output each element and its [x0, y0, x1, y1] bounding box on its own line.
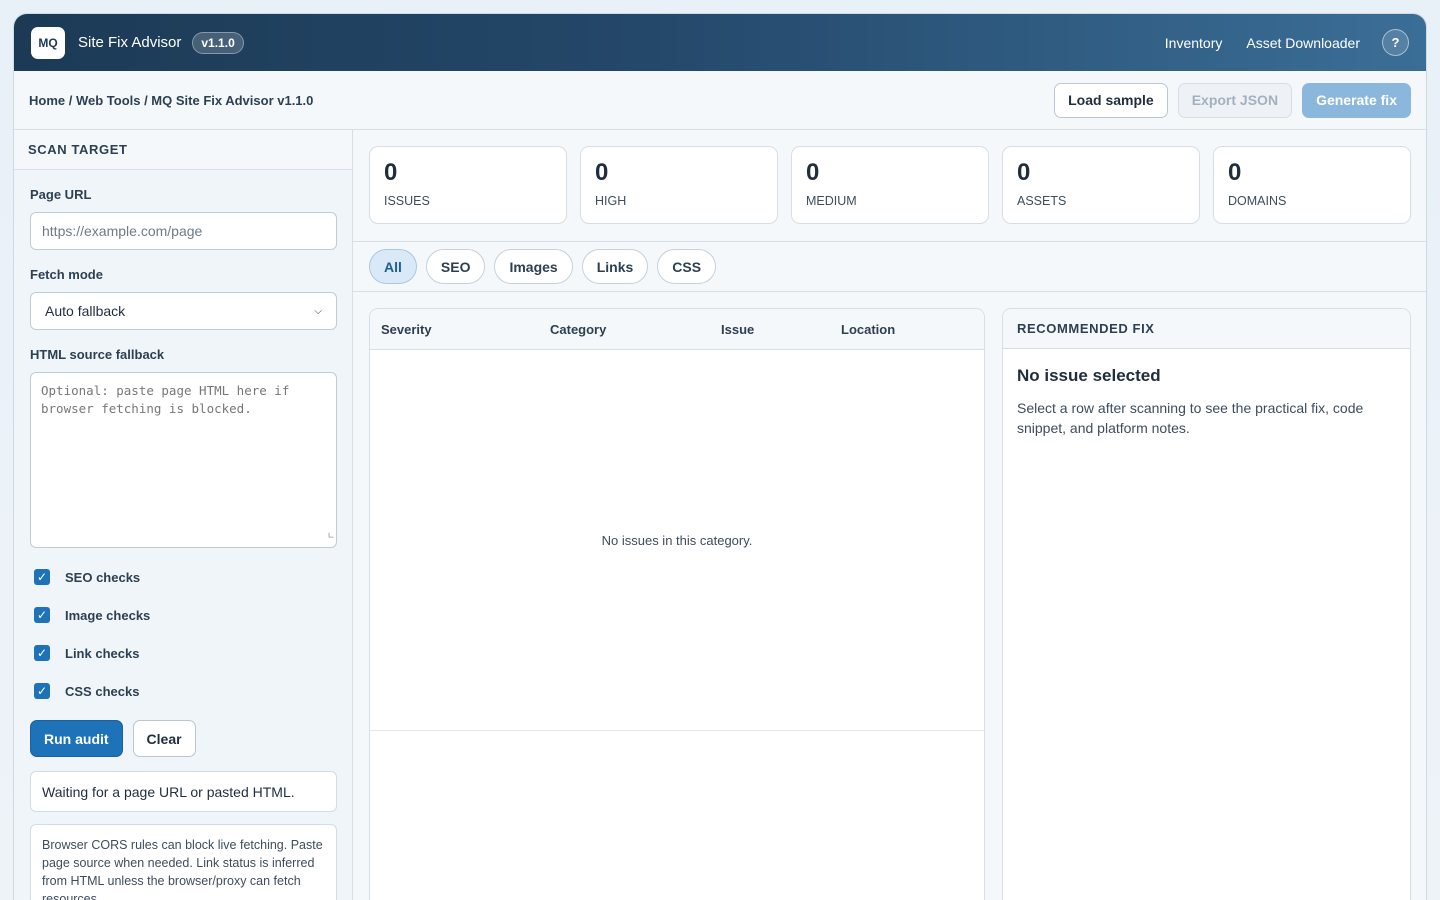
nav-inventory[interactable]: Inventory: [1165, 35, 1223, 51]
fix-description: Select a row after scanning to see the p…: [1017, 400, 1364, 436]
check-label: SEO checks: [65, 569, 141, 585]
link-checks-option[interactable]: ✓ Link checks: [30, 634, 336, 672]
page-url-label: Page URL: [30, 187, 92, 202]
stat-medium: 0 MEDIUM: [791, 146, 989, 224]
stat-label: MEDIUM: [806, 194, 857, 208]
app-logo: MQ: [31, 26, 65, 59]
page-url-input[interactable]: https://example.com/page: [30, 212, 337, 250]
column-category[interactable]: Category: [539, 322, 710, 337]
column-severity[interactable]: Severity: [370, 322, 539, 337]
stat-label: ISSUES: [384, 194, 430, 208]
scan-target-panel: SCAN TARGET Page URL https://example.com…: [14, 130, 353, 900]
stat-value: 0: [595, 159, 609, 186]
fetch-mode-label: Fetch mode: [30, 267, 103, 282]
image-checks-option[interactable]: ✓ Image checks: [30, 596, 336, 634]
stat-label: DOMAINS: [1228, 194, 1287, 208]
stat-assets: 0 ASSETS: [1002, 146, 1200, 224]
column-issue[interactable]: Issue: [710, 322, 830, 337]
check-label: Link checks: [65, 645, 140, 661]
app-name: Site Fix Advisor: [78, 34, 182, 51]
export-json-button[interactable]: Export JSON: [1177, 82, 1293, 118]
tab-links[interactable]: Links: [581, 249, 649, 284]
stat-value: 0: [384, 159, 398, 186]
seo-checks-option[interactable]: ✓ SEO checks: [30, 558, 336, 596]
fetch-mode-value: Auto fallback: [45, 303, 126, 319]
stats-row: 0 ISSUES 0 HIGH 0 MEDIUM 0 ASSETS 0 DOMA…: [353, 130, 1426, 224]
stat-issues: 0 ISSUES: [369, 146, 567, 224]
tab-css[interactable]: CSS: [657, 249, 717, 284]
clear-button[interactable]: Clear: [132, 720, 196, 757]
chevron-down-icon: ⌵: [314, 305, 322, 317]
empty-state: No issues in this category.: [370, 350, 984, 731]
stat-value: 0: [1228, 159, 1242, 186]
version-badge: v1.1.0: [192, 31, 244, 54]
column-location[interactable]: Location: [830, 322, 895, 337]
main-area: 0 ISSUES 0 HIGH 0 MEDIUM 0 ASSETS 0 DOMA…: [353, 130, 1426, 900]
checkbox-checked-icon[interactable]: ✓: [34, 607, 50, 623]
help-icon[interactable]: ?: [1382, 29, 1409, 56]
stat-label: ASSETS: [1017, 194, 1067, 208]
stat-domains: 0 DOMAINS: [1213, 146, 1411, 224]
load-sample-button[interactable]: Load sample: [1054, 82, 1168, 118]
issues-table: Severity Category Issue Location No issu…: [369, 308, 985, 900]
top-bar: MQ Site Fix Advisor v1.1.0 Inventory Ass…: [14, 14, 1426, 71]
checkbox-checked-icon[interactable]: ✓: [34, 569, 50, 585]
checkbox-checked-icon[interactable]: ✓: [34, 683, 50, 699]
breadcrumb: Home / Web Tools / MQ Site Fix Advisor v…: [29, 92, 314, 108]
generate-fix-button[interactable]: Generate fix: [1302, 82, 1411, 118]
fix-panel-title: RECOMMENDED FIX: [1003, 309, 1410, 349]
fix-heading: No issue selected: [1017, 366, 1161, 385]
category-tabs: All SEO Images Links CSS: [353, 241, 1426, 292]
recommended-fix-panel: RECOMMENDED FIX No issue selected Select…: [1002, 308, 1411, 900]
html-source-textarea[interactable]: Optional: paste page HTML here if browse…: [30, 372, 337, 548]
tab-seo[interactable]: SEO: [425, 249, 486, 284]
tab-all[interactable]: All: [369, 249, 417, 284]
checkbox-checked-icon[interactable]: ✓: [34, 645, 50, 661]
run-audit-button[interactable]: Run audit: [30, 720, 123, 757]
cors-note: Browser CORS rules can block live fetchi…: [30, 824, 337, 900]
nav-asset-downloader[interactable]: Asset Downloader: [1246, 35, 1360, 51]
css-checks-option[interactable]: ✓ CSS checks: [30, 672, 336, 710]
resize-handle-icon[interactable]: ∟: [328, 528, 334, 546]
check-label: CSS checks: [65, 683, 140, 699]
html-source-label: HTML source fallback: [30, 347, 165, 362]
stat-high: 0 HIGH: [580, 146, 778, 224]
html-source-placeholder: Optional: paste page HTML here if browse…: [41, 383, 290, 416]
fetch-mode-select[interactable]: Auto fallback ⌵: [30, 292, 337, 330]
panel-title: SCAN TARGET: [14, 130, 352, 170]
table-header: Severity Category Issue Location: [370, 309, 984, 350]
stat-value: 0: [1017, 159, 1031, 186]
status-message: Waiting for a page URL or pasted HTML.: [30, 771, 337, 812]
check-label: Image checks: [65, 607, 151, 623]
stat-value: 0: [806, 159, 820, 186]
app-window: MQ Site Fix Advisor v1.1.0 Inventory Ass…: [13, 13, 1427, 900]
breadcrumb-bar: Home / Web Tools / MQ Site Fix Advisor v…: [14, 71, 1426, 130]
stat-label: HIGH: [595, 194, 627, 208]
tab-images[interactable]: Images: [494, 249, 573, 284]
